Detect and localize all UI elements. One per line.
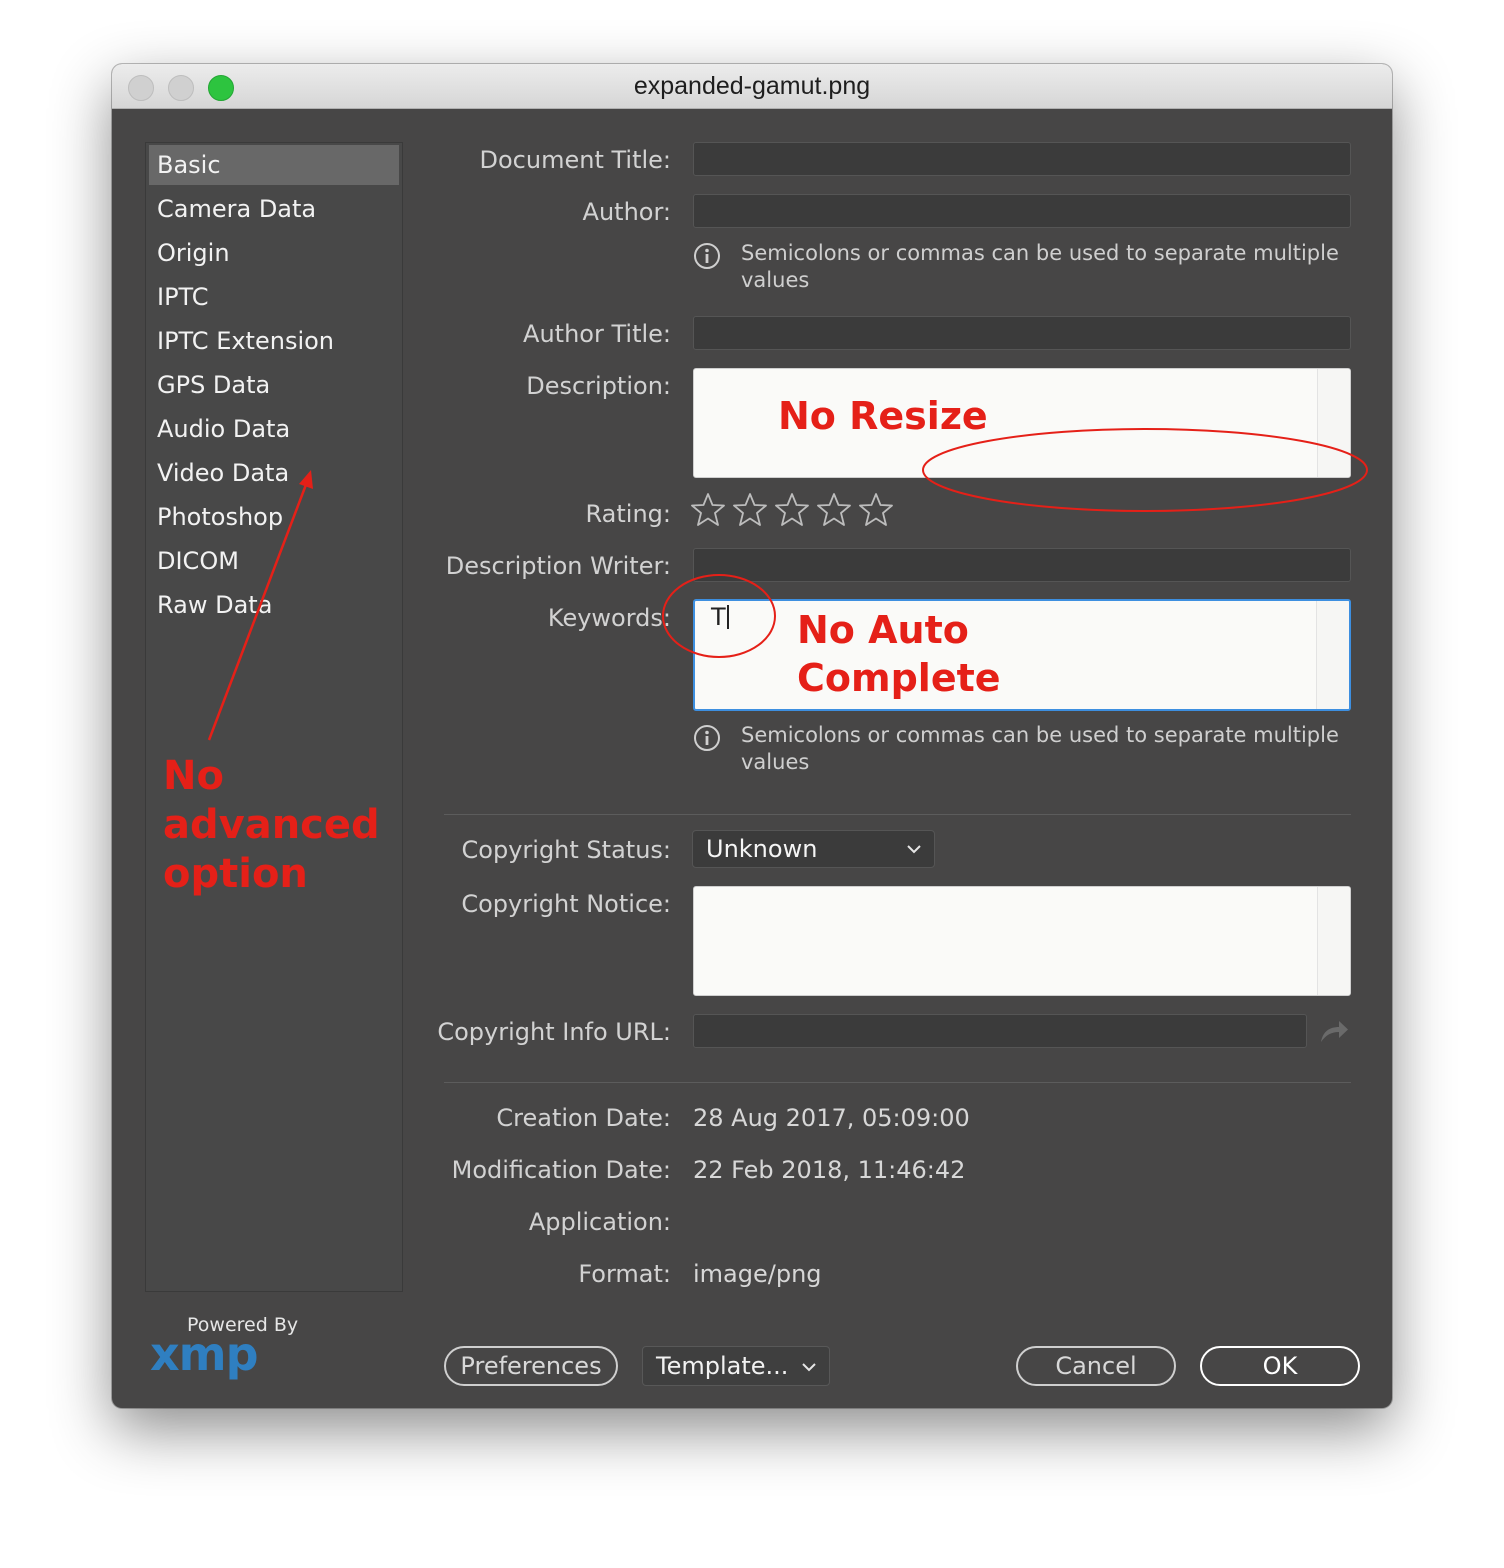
keywords-typed-text: T: [711, 603, 729, 631]
creation-date-label: Creation Date:: [496, 1104, 671, 1132]
copyright-notice-label: Copyright Notice:: [461, 890, 671, 918]
annotation-no-advanced-line3: option: [163, 851, 308, 897]
title-bar: expanded-gamut.png: [112, 64, 1392, 109]
sidebar-item-gps-data[interactable]: GPS Data: [149, 365, 399, 405]
section-divider: [444, 1082, 1351, 1083]
template-button[interactable]: Template...: [642, 1346, 830, 1386]
text-caret: [726, 605, 729, 629]
star-icon[interactable]: [732, 492, 768, 528]
sidebar-item-basic[interactable]: Basic: [149, 145, 399, 185]
open-url-arrow-icon[interactable]: [1318, 1016, 1350, 1046]
copyright-notice-textarea[interactable]: [693, 886, 1351, 996]
annotation-no-auto-complete-line2: Complete: [797, 656, 1001, 700]
keywords-textarea[interactable]: T: [693, 599, 1351, 711]
document-title-label: Document Title:: [479, 146, 671, 174]
author-label: Author:: [582, 198, 671, 226]
svg-text:xmp: xmp: [150, 1332, 258, 1381]
keywords-hint-text: Semicolons or commas can be used to sepa…: [741, 723, 1339, 774]
star-icon[interactable]: [774, 492, 810, 528]
sidebar-item-iptc-extension[interactable]: IPTC Extension: [149, 321, 399, 361]
info-icon: [694, 243, 720, 269]
annotation-no-auto-complete-line1: No Auto: [797, 608, 969, 652]
description-label: Description:: [526, 372, 671, 400]
annotation-no-advanced-line1: No: [163, 753, 224, 799]
star-icon[interactable]: [858, 492, 894, 528]
copyright-status-value: Unknown: [706, 835, 818, 863]
document-title-input[interactable]: [693, 142, 1351, 176]
sidebar-item-dicom[interactable]: DICOM: [149, 541, 399, 581]
sidebar-item-origin[interactable]: Origin: [149, 233, 399, 273]
section-divider: [444, 814, 1351, 815]
annotation-no-advanced-line2: advanced: [163, 802, 380, 848]
sidebar-item-video-data[interactable]: Video Data: [149, 453, 399, 493]
modification-date-value: 22 Feb 2018, 11:46:42: [693, 1156, 966, 1184]
description-writer-input[interactable]: [693, 548, 1351, 582]
sidebar-item-photoshop[interactable]: Photoshop: [149, 497, 399, 537]
ok-button[interactable]: OK: [1200, 1346, 1360, 1386]
annotation-no-resize: No Resize: [778, 394, 988, 438]
star-icon[interactable]: [816, 492, 852, 528]
copyright-url-input[interactable]: [693, 1014, 1307, 1048]
category-list: Basic Camera Data Origin IPTC IPTC Exten…: [145, 142, 403, 1292]
copyright-status-label: Copyright Status:: [461, 836, 671, 864]
author-title-input[interactable]: [693, 316, 1351, 350]
rating-stars: [690, 492, 900, 532]
copyright-url-label: Copyright Info URL:: [437, 1018, 671, 1046]
xmp-logo: xmp: [150, 1332, 259, 1381]
modification-date-label: Modification Date:: [451, 1156, 671, 1184]
xmp-file-info-dialog: expanded-gamut.png Basic Camera Data Ori…: [112, 64, 1392, 1408]
cancel-button[interactable]: Cancel: [1016, 1346, 1176, 1386]
format-label: Format:: [578, 1260, 671, 1288]
star-icon[interactable]: [690, 492, 726, 528]
author-input[interactable]: [693, 194, 1351, 228]
author-title-label: Author Title:: [523, 320, 671, 348]
sidebar-item-raw-data[interactable]: Raw Data: [149, 585, 399, 625]
keywords-label: Keywords:: [547, 604, 671, 632]
sidebar-item-audio-data[interactable]: Audio Data: [149, 409, 399, 449]
info-icon: [694, 725, 720, 751]
annotation-no-advanced-option: No advanced option: [163, 752, 380, 899]
description-scrollbar[interactable]: [1317, 369, 1350, 477]
sidebar-item-iptc[interactable]: IPTC: [149, 277, 399, 317]
application-label: Application:: [528, 1208, 671, 1236]
copyright-notice-scrollbar[interactable]: [1317, 887, 1350, 995]
format-value: image/png: [693, 1260, 822, 1288]
window-title: expanded-gamut.png: [633, 72, 871, 100]
template-button-label: Template...: [656, 1352, 789, 1380]
author-hint-text: Semicolons or commas can be used to sepa…: [741, 241, 1339, 292]
annotation-no-auto-complete: No Auto Complete: [797, 606, 1001, 702]
chevron-down-icon: [802, 1363, 816, 1372]
sidebar-item-camera-data[interactable]: Camera Data: [149, 189, 399, 229]
description-writer-label: Description Writer:: [445, 552, 671, 580]
chevron-down-icon: [907, 845, 921, 854]
copyright-status-select[interactable]: Unknown: [692, 830, 935, 868]
keywords-scrollbar[interactable]: [1316, 601, 1349, 709]
preferences-button[interactable]: Preferences: [444, 1346, 618, 1386]
creation-date-value: 28 Aug 2017, 05:09:00: [693, 1104, 970, 1132]
rating-label: Rating:: [585, 500, 671, 528]
